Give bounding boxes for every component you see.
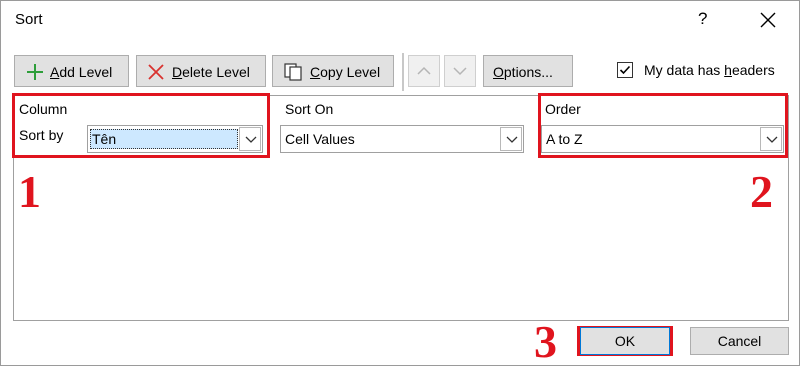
title-bar: Sort ? <box>1 1 799 45</box>
ok-button[interactable]: OK <box>580 327 670 355</box>
sort-on-select-value: Cell Values <box>285 131 355 147</box>
checkmark-icon <box>619 65 631 75</box>
help-button[interactable]: ? <box>698 9 707 29</box>
cancel-button[interactable]: Cancel <box>690 327 789 355</box>
delete-level-label: elete Level <box>182 64 250 80</box>
plus-icon <box>27 64 43 80</box>
close-button[interactable] <box>758 7 778 31</box>
annotation-number-1: 1 <box>18 166 41 217</box>
copy-level-access-key: C <box>310 64 321 80</box>
window-title: Sort <box>15 11 43 28</box>
move-up-button[interactable] <box>408 55 440 87</box>
toolbar-separator <box>402 53 404 91</box>
x-icon <box>148 64 164 80</box>
sort-on-dropdown-button[interactable] <box>500 127 522 151</box>
copy-level-label: opy Level <box>320 64 381 80</box>
copy-level-button[interactable]: Copy Level <box>272 55 394 87</box>
add-level-access-key: A <box>50 64 60 80</box>
annotation-box-2 <box>538 93 788 158</box>
add-level-label: dd Level <box>59 64 113 80</box>
sort-dialog: Sort ? Add Level Delete Level Copy Level <box>0 0 800 366</box>
options-button[interactable]: Options... <box>483 55 573 87</box>
options-access-key: O <box>493 64 504 80</box>
headers-checkbox-label[interactable]: My data has headers <box>644 62 775 78</box>
chevron-down-icon <box>506 136 518 143</box>
headers-access-key: h <box>724 62 732 78</box>
headers-label-prefix: My data has <box>644 62 725 78</box>
headers-checkbox[interactable] <box>617 62 633 78</box>
chevron-down-icon <box>453 67 467 76</box>
annotation-box-1 <box>12 93 270 158</box>
delete-level-access-key: D <box>172 64 183 80</box>
sort-on-header: Sort On <box>285 101 334 117</box>
copy-icon <box>284 63 302 81</box>
close-icon <box>760 12 776 28</box>
headers-label-rest: eaders <box>731 62 775 78</box>
move-down-button[interactable] <box>444 55 476 87</box>
annotation-number-3: 3 <box>534 316 557 367</box>
chevron-up-icon <box>417 66 431 75</box>
options-label: ptions... <box>503 64 553 80</box>
sort-on-select[interactable]: Cell Values <box>280 125 524 153</box>
add-level-button[interactable]: Add Level <box>14 55 129 87</box>
delete-level-button[interactable]: Delete Level <box>136 55 266 87</box>
annotation-number-2: 2 <box>750 166 773 217</box>
